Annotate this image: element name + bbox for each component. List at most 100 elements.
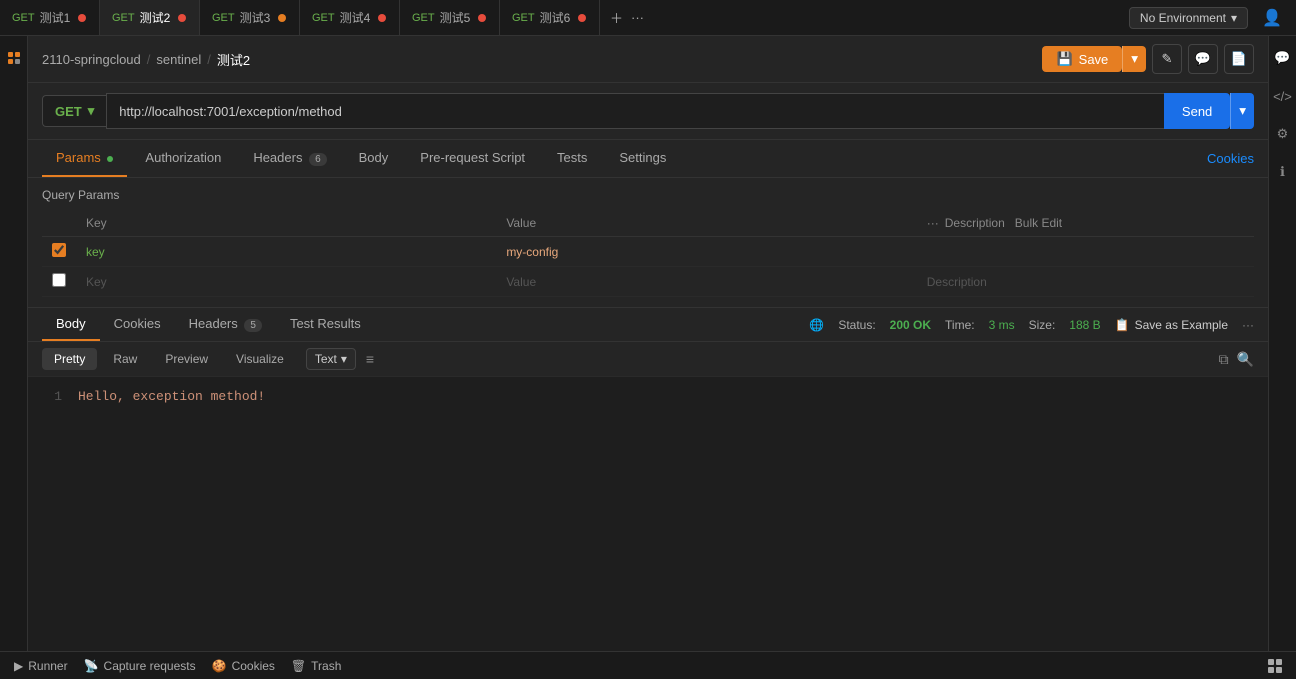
time-value: 3 ms <box>989 318 1015 332</box>
row1-value: my-config <box>506 245 558 259</box>
resp-tab-test-results[interactable]: Test Results <box>276 308 375 341</box>
left-sidebar <box>0 36 28 651</box>
bulk-edit-button[interactable]: Bulk Edit <box>1011 216 1062 230</box>
doc-button[interactable]: 📄 <box>1224 44 1254 74</box>
layout-button[interactable] <box>1268 659 1282 673</box>
breadcrumb-current: 测试2 <box>217 50 250 69</box>
profile-icon[interactable]: 👤 <box>1258 4 1286 32</box>
trash-icon: 🗑 <box>291 659 306 673</box>
resp-tab-headers[interactable]: Headers 5 <box>175 308 276 341</box>
tab-name-2: 测试2 <box>140 9 171 26</box>
breadcrumb-part1[interactable]: 2110-springcloud <box>42 52 141 67</box>
resp-more-icon[interactable]: ··· <box>1242 318 1254 332</box>
runner-button[interactable]: ▶ Runner <box>14 659 68 673</box>
copy-icon[interactable]: ⧉ <box>1219 351 1229 368</box>
code-output: 1 Hello, exception method! <box>28 377 1268 651</box>
resp-headers-label: Headers <box>189 316 238 331</box>
table-row: key my-config <box>42 237 1254 267</box>
resp-view-visualize[interactable]: Visualize <box>224 348 296 370</box>
code-content: Hello, exception method! <box>78 389 1254 639</box>
sidebar-comments-icon[interactable]: 💬 <box>1269 44 1296 72</box>
desc-header: ··· Description Bulk Edit <box>917 210 1254 237</box>
tab-params[interactable]: Params <box>42 140 127 177</box>
method-label: GET <box>55 104 82 119</box>
cookies-bottom-label: Cookies <box>232 659 275 673</box>
send-dropdown-button[interactable]: ▾ <box>1230 93 1254 129</box>
capture-button[interactable]: 📡 Capture requests <box>84 659 196 673</box>
new-tab-button[interactable]: ＋ ··· <box>600 8 654 27</box>
row2-desc-cell[interactable] <box>917 267 1254 297</box>
row2-checkbox[interactable] <box>52 273 66 287</box>
breadcrumb-part2[interactable]: sentinel <box>156 52 201 67</box>
edit-button[interactable]: ✎ <box>1152 44 1182 74</box>
row2-value-cell[interactable] <box>496 267 916 297</box>
sidebar-code-icon[interactable]: </> <box>1269 82 1296 110</box>
resp-tab-body[interactable]: Body <box>42 308 100 341</box>
tab-settings[interactable]: Settings <box>605 140 680 177</box>
tab-method-4: GET <box>312 12 335 24</box>
tab-test4[interactable]: GET 测试4 <box>300 0 400 36</box>
globe-icon: 🌐 <box>809 318 824 332</box>
cookies-link[interactable]: Cookies <box>1207 151 1254 166</box>
params-active-dot <box>107 156 113 162</box>
save-example-button[interactable]: 📋 Save as Example <box>1115 318 1228 332</box>
checkbox-header <box>42 210 76 237</box>
edit-icon: ✎ <box>1162 51 1173 67</box>
tab-test2[interactable]: GET 测试2 <box>100 0 200 36</box>
trash-button[interactable]: 🗑 Trash <box>291 659 341 673</box>
url-input[interactable] <box>106 93 1164 129</box>
comment-button[interactable]: 💬 <box>1188 44 1218 74</box>
resp-tab-cookies[interactable]: Cookies <box>100 308 175 341</box>
tab-method-1: GET <box>12 12 35 24</box>
row1-checkbox[interactable] <box>52 243 66 257</box>
settings-label: Settings <box>619 150 666 165</box>
resp-headers-badge: 5 <box>244 319 262 332</box>
cookies-bottom-button[interactable]: 🍪 Cookies <box>212 659 275 673</box>
tab-test6[interactable]: GET 测试6 <box>500 0 600 36</box>
sidebar-info-icon[interactable]: ℹ <box>1269 158 1296 186</box>
tab-method-5: GET <box>412 12 435 24</box>
env-selector[interactable]: No Environment ▾ <box>1129 7 1248 29</box>
tab-method-6: GET <box>512 12 535 24</box>
tab-test3[interactable]: GET 测试3 <box>200 0 300 36</box>
line-num-1: 1 <box>42 389 62 404</box>
tab-test5[interactable]: GET 测试5 <box>400 0 500 36</box>
text-format-dropdown[interactable]: Text ▾ <box>306 348 356 370</box>
row1-key: key <box>86 245 105 259</box>
toolbar: 2110-springcloud / sentinel / 测试2 💾 Save… <box>28 36 1268 83</box>
key-header: Key <box>76 210 496 237</box>
row2-key-cell[interactable] <box>76 267 496 297</box>
tab-body[interactable]: Body <box>345 140 403 177</box>
tab-pre-request[interactable]: Pre-request Script <box>406 140 539 177</box>
row2-key-input[interactable] <box>86 275 486 289</box>
row2-value-input[interactable] <box>506 275 906 289</box>
row1-value-cell: my-config <box>496 237 916 267</box>
method-selector[interactable]: GET ▾ <box>42 95 106 127</box>
send-button[interactable]: Send <box>1164 93 1230 129</box>
logo-icon <box>0 44 28 72</box>
tab-dot-3 <box>278 14 286 22</box>
code-line-1: Hello, exception method! <box>78 389 265 404</box>
resp-view-preview[interactable]: Preview <box>153 348 220 370</box>
wrap-icon[interactable]: ≡ <box>366 351 374 367</box>
raw-label: Raw <box>113 352 137 366</box>
save-dropdown-button[interactable]: ▾ <box>1122 46 1146 72</box>
tab-test1[interactable]: GET 测试1 <box>0 0 100 36</box>
breadcrumb-sep2: / <box>207 52 211 67</box>
sidebar-settings-icon[interactable]: ⚙ <box>1269 120 1296 148</box>
search-icon[interactable]: 🔍 <box>1237 351 1254 368</box>
tests-label: Tests <box>557 150 587 165</box>
capture-label: Capture requests <box>104 659 196 673</box>
resp-view-raw[interactable]: Raw <box>101 348 149 370</box>
resp-view-pretty[interactable]: Pretty <box>42 348 97 370</box>
row2-desc-input[interactable] <box>927 275 1244 289</box>
tab-dot-4 <box>378 14 386 22</box>
more-options-icon[interactable]: ··· <box>927 216 939 230</box>
save-button[interactable]: 💾 Save <box>1042 46 1122 72</box>
pretty-label: Pretty <box>54 352 85 366</box>
save-icon: 💾 <box>1056 51 1072 67</box>
tab-tests[interactable]: Tests <box>543 140 601 177</box>
tab-authorization[interactable]: Authorization <box>131 140 235 177</box>
tab-headers[interactable]: Headers 6 <box>239 140 340 177</box>
grid-icon <box>1268 659 1282 673</box>
